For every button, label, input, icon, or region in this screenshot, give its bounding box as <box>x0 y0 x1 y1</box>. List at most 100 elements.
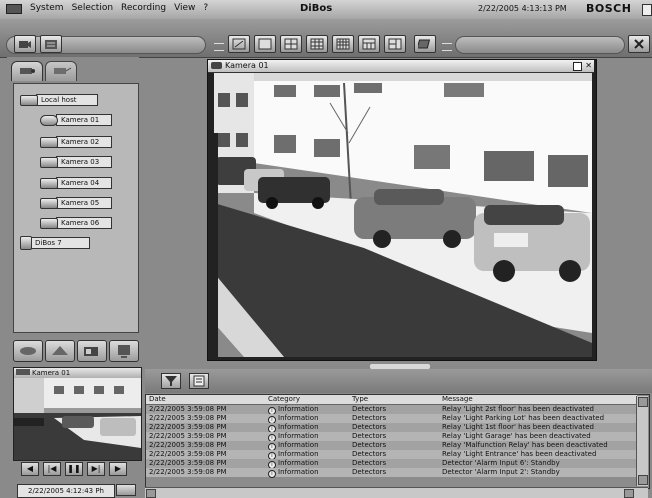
cell-message: Relay 'Light Parking Lot' has been deact… <box>442 414 605 422</box>
cell-date: 2/22/2005 3:59:08 PM <box>149 432 227 440</box>
cell-type: Detectors <box>352 405 387 413</box>
step-back-button[interactable]: |◀ <box>43 462 61 476</box>
tab-map[interactable] <box>45 340 75 362</box>
rewind-button[interactable]: ◀ <box>21 462 39 476</box>
mini-camera-image <box>14 378 141 460</box>
menu-help[interactable]: ? <box>203 3 208 14</box>
scroll-up-arrow-icon[interactable] <box>638 397 648 407</box>
event-log-table: Date Category Type Message 2/22/2005 3:5… <box>145 394 650 489</box>
tree-node-camera[interactable]: Kamera 06 <box>40 217 112 229</box>
table-row[interactable]: 2/22/2005 3:59:08 PM i Information Detect… <box>146 441 637 451</box>
window-control-icon[interactable] <box>642 4 652 16</box>
column-message[interactable]: Message <box>442 395 637 404</box>
cell-type: Detectors <box>352 468 387 476</box>
close-icon[interactable]: ✕ <box>585 61 592 70</box>
fullscreen-button[interactable] <box>228 35 250 53</box>
tree-node-camera[interactable]: Kamera 05 <box>40 197 112 209</box>
app-menu-icon[interactable] <box>6 4 22 14</box>
scroll-left-arrow-icon[interactable] <box>146 489 156 498</box>
log-vertical-scrollbar[interactable] <box>636 396 648 486</box>
table-row[interactable]: 2/22/2005 3:59:08 PM i Information Detect… <box>146 432 637 442</box>
layout-16-button[interactable] <box>332 35 354 53</box>
table-row[interactable]: 2/22/2005 3:59:08 PM i Information Detect… <box>146 423 637 433</box>
camera-icon <box>40 177 58 189</box>
time-spin-button[interactable] <box>116 484 136 496</box>
camera-icon <box>40 197 58 209</box>
table-row[interactable]: 2/22/2005 3:59:08 PM i Information Detect… <box>146 468 637 478</box>
column-category[interactable]: Category <box>268 395 350 404</box>
recorder-button[interactable] <box>40 35 62 53</box>
camera-video-feed[interactable] <box>214 73 592 357</box>
scroll-right-arrow-icon[interactable] <box>624 489 634 498</box>
cell-category: i Information <box>268 468 350 478</box>
layout-4-button[interactable] <box>280 35 302 53</box>
log-view-button[interactable] <box>189 373 209 389</box>
cell-date: 2/22/2005 3:59:08 PM <box>149 459 227 467</box>
tree-node-local-host[interactable]: Local host <box>20 94 98 106</box>
cell-date: 2/22/2005 3:59:08 PM <box>149 414 227 422</box>
scroll-down-arrow-icon[interactable] <box>638 475 648 485</box>
toolbar <box>0 19 652 58</box>
device-tree: Local host Kamera 01 Kamera 02 Kamera 03… <box>13 83 139 333</box>
layout-wide-button[interactable] <box>358 35 380 53</box>
cell-message: Detector 'Alarm Input 6': Standby <box>442 459 560 467</box>
table-row[interactable]: 2/22/2005 3:59:08 PM i Information Detect… <box>146 414 637 424</box>
dome-camera-icon <box>40 114 58 126</box>
mini-camera-view[interactable]: Kamera 01 <box>13 367 142 461</box>
camera-icon <box>40 136 58 148</box>
camera-icon <box>16 369 30 375</box>
cell-message: Relay 'Light Entrance' has been deactiva… <box>442 450 597 458</box>
tree-node-dibos[interactable]: DiBos 7 <box>20 236 90 250</box>
cell-message: Detector 'Alarm Input 2': Standby <box>442 468 560 476</box>
layout-9-button[interactable] <box>306 35 328 53</box>
layout-1-button[interactable] <box>254 35 276 53</box>
cell-date: 2/22/2005 3:59:08 PM <box>149 423 227 431</box>
cell-date: 2/22/2005 3:59:08 PM <box>149 468 227 476</box>
tree-node-camera[interactable]: Kamera 03 <box>40 156 112 168</box>
camera-title-bar: Kamera 01 ✕ <box>208 60 594 73</box>
tab-devices[interactable] <box>45 61 77 81</box>
table-row[interactable]: 2/22/2005 3:59:08 PM i Information Detect… <box>146 450 637 460</box>
table-row[interactable]: 2/22/2005 3:59:08 PM i Information Detect… <box>146 405 637 415</box>
tab-live[interactable] <box>13 340 43 362</box>
tree-node-camera[interactable]: Kamera 04 <box>40 177 112 189</box>
menu-selection[interactable]: Selection <box>72 3 113 14</box>
column-date[interactable]: Date <box>149 395 266 404</box>
brand-logo: BOSCH <box>586 2 632 15</box>
camera-icon <box>211 62 222 69</box>
camera-view-button[interactable] <box>14 35 36 53</box>
menu-view[interactable]: View <box>174 3 195 14</box>
toolbar-grip-right <box>442 43 452 51</box>
step-forward-button[interactable]: ▶| <box>87 462 105 476</box>
menu-system[interactable]: System <box>30 3 64 14</box>
forward-button[interactable]: ▶ <box>109 462 127 476</box>
playback-time-field[interactable]: 2/22/2005 4:12:43 Ph <box>17 484 115 498</box>
maximize-icon[interactable] <box>573 62 582 71</box>
app-title: DiBos <box>300 3 333 14</box>
menu-recording[interactable]: Recording <box>121 3 166 14</box>
toolbar-grip-left <box>214 43 224 51</box>
pause-button[interactable]: ❚❚ <box>65 462 83 476</box>
column-type[interactable]: Type <box>352 395 440 404</box>
sequence-button[interactable] <box>414 35 436 53</box>
main-camera-window[interactable]: Kamera 01 ✕ <box>207 59 597 361</box>
layout-custom-button[interactable] <box>384 35 406 53</box>
tab-monitor[interactable] <box>109 340 139 362</box>
table-row[interactable]: 2/22/2005 3:59:08 PM i Information Detect… <box>146 459 637 469</box>
log-toolbar <box>145 369 652 393</box>
cell-type: Detectors <box>352 450 387 458</box>
menu-bar: System Selection Recording View ? <box>6 3 208 14</box>
cell-type: Detectors <box>352 459 387 467</box>
computer-icon <box>20 94 38 106</box>
tab-cameras[interactable] <box>11 61 43 81</box>
cell-type: Detectors <box>352 414 387 422</box>
tree-node-camera[interactable]: Kamera 02 <box>40 136 112 148</box>
log-horizontal-scrollbar[interactable] <box>145 487 648 498</box>
cell-message: Relay 'Light 1st floor' has been deactiv… <box>442 423 594 431</box>
close-view-button[interactable] <box>628 35 650 53</box>
tab-playback[interactable] <box>77 340 107 362</box>
tree-node-camera[interactable]: Kamera 01 <box>40 114 112 126</box>
cell-message: Relay 'Light Garage' has been deactivate… <box>442 432 591 440</box>
filter-button[interactable] <box>161 373 181 389</box>
cell-date: 2/22/2005 3:59:08 PM <box>149 441 227 449</box>
